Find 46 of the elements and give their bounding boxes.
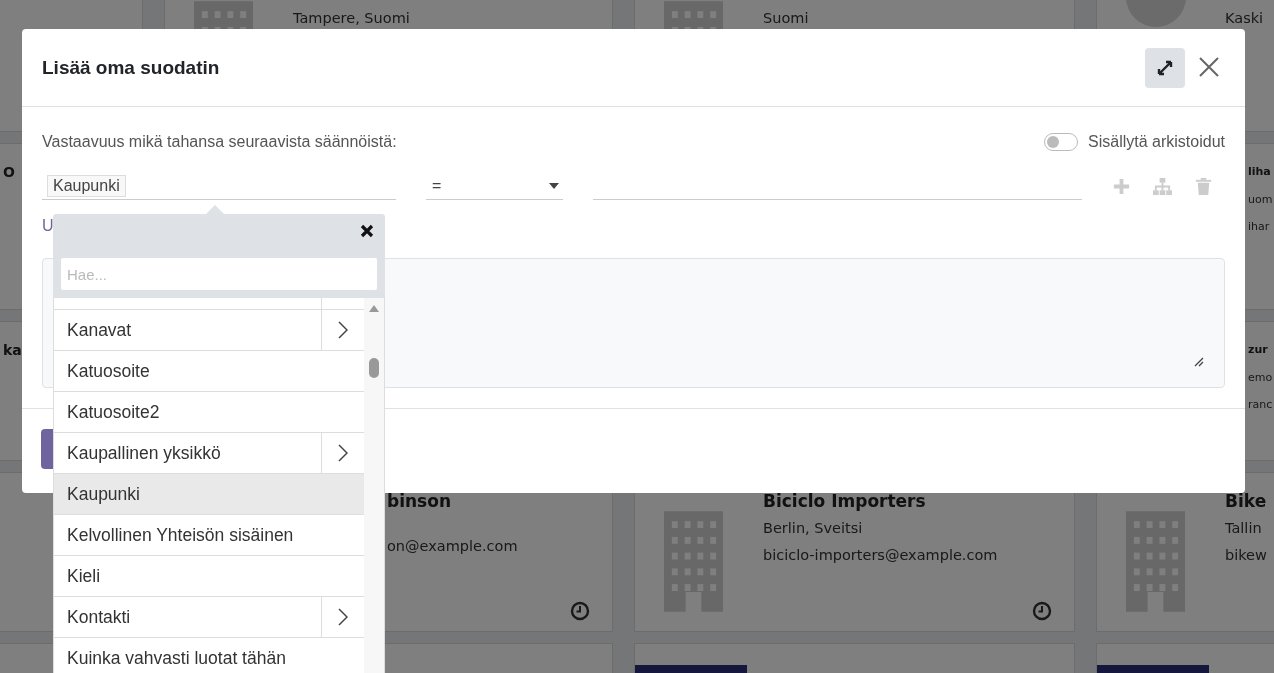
menu-item[interactable]: Kanavat	[54, 310, 364, 351]
card-title: liha	[1248, 164, 1272, 180]
archived-toggle[interactable]	[1044, 133, 1079, 151]
card-text: Tampere, Suomi	[293, 9, 410, 28]
card-text: ihar	[1248, 219, 1271, 235]
primary-button[interactable]	[41, 429, 53, 469]
close-icon[interactable]	[360, 224, 374, 238]
card-text: biciclo-importers@example.com	[763, 546, 998, 565]
add-rule-link[interactable]: U	[42, 214, 54, 238]
card-text: Tallin	[1225, 519, 1263, 538]
card-title: zur	[1248, 342, 1269, 358]
toggle-label: Sisällytä arkistoidut	[1088, 133, 1225, 151]
add-icon[interactable]	[1112, 176, 1131, 196]
menu-item[interactable]: Kaupunki	[54, 474, 364, 515]
search-field[interactable]: Hae...	[61, 258, 377, 290]
card-text: on@example.com	[387, 537, 518, 556]
card-title: O	[3, 163, 15, 182]
card-text: bikew	[1225, 546, 1267, 565]
menu-item[interactable]: Kaupallinen yksikkö	[54, 433, 364, 474]
operator-select[interactable]: =	[426, 172, 563, 200]
hierarchy-icon[interactable]	[1153, 176, 1172, 196]
card-title: Bike	[1225, 490, 1267, 513]
card-text: Kaski	[1225, 9, 1264, 28]
chevron-icon[interactable]	[338, 608, 348, 626]
card-text: uom	[1248, 192, 1273, 208]
chevron-icon[interactable]	[338, 444, 348, 462]
card-text: ranc	[1248, 397, 1273, 413]
menu-item[interactable]: Kontakti	[54, 597, 364, 638]
card-title: ka	[3, 341, 22, 360]
card-text: emo	[1248, 370, 1273, 386]
card-text: Berlin, Sveitsi	[763, 519, 864, 538]
trash-icon[interactable]	[1194, 176, 1213, 196]
card-title: binson	[387, 490, 452, 513]
expand-button[interactable]	[1145, 47, 1185, 88]
resize-handle-icon[interactable]	[1194, 357, 1204, 367]
field-selector[interactable]: Kaupunki	[42, 172, 396, 200]
caret-icon[interactable]	[549, 182, 559, 189]
expand-icon[interactable]	[1156, 58, 1174, 77]
scroll-up-icon[interactable]	[369, 305, 379, 312]
card-text: Suomi	[763, 9, 809, 28]
match-text: Vastaavuus mikä tahansa seuraavista säännöistä:	[42, 133, 397, 151]
scrollbar[interactable]	[364, 298, 384, 673]
chevron-icon[interactable]	[338, 321, 348, 339]
card-title: Biciclo Importers	[763, 490, 927, 513]
dialog-title: Lisää oma suodatin	[42, 56, 221, 79]
scrollbar-thumb[interactable]	[369, 358, 379, 378]
